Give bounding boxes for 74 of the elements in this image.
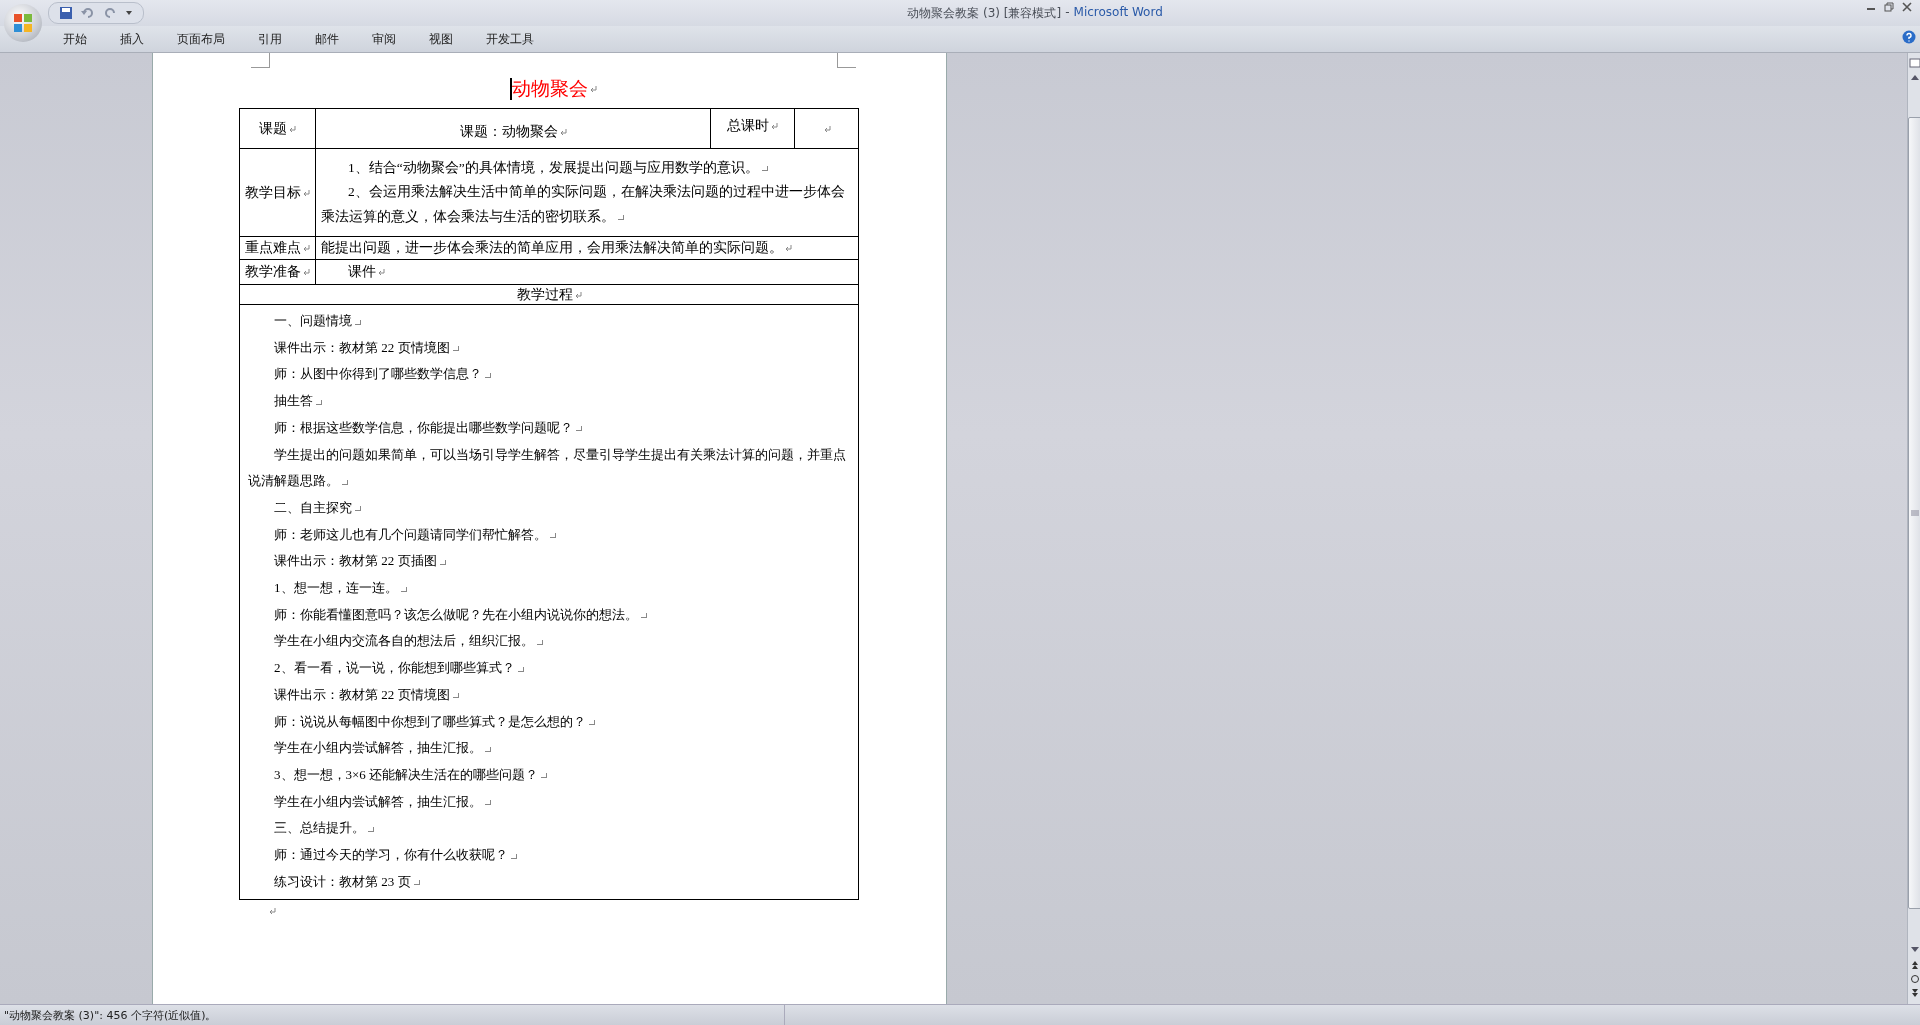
scroll-down-icon[interactable]: [1910, 946, 1920, 954]
lesson-paragraph: 三、总结提升。: [248, 815, 851, 843]
dropdown-icon[interactable]: [125, 9, 133, 17]
paragraph-mark-icon: [785, 245, 792, 253]
ribbon-tab[interactable]: 插入: [105, 28, 159, 50]
lesson-paragraph: 练习设计：教材第 23 页: [248, 868, 851, 896]
table-cell: 能提出问题，进一步体会乘法的简单应用，会用乘法解决简单的实际问题。: [321, 240, 783, 255]
crop-mark: [837, 53, 856, 68]
grip-icon: [1911, 510, 1919, 516]
lesson-paragraph: 课件出示：教材第 22 页情境图: [248, 681, 851, 709]
paragraph-mark-icon: [303, 269, 310, 277]
lesson-paragraph: 学生在小组内尝试解答，抽生汇报。: [248, 735, 851, 762]
lesson-paragraph: 师：根据这些数学信息，你能提出哪些数学问题呢？: [248, 414, 851, 442]
paragraph-mark-icon: [824, 125, 831, 133]
ribbon-tab[interactable]: 视图: [414, 28, 468, 50]
lesson-paragraph: 师：通过今天的学习，你有什么收获呢？: [248, 842, 851, 869]
lesson-paragraph: 1、想一想，连一连。: [248, 575, 851, 602]
lesson-paragraph: 课件出示：教材第 22 页插图: [248, 548, 851, 576]
ribbon-tab[interactable]: 开发工具: [471, 28, 549, 50]
table-cell: 课件: [348, 264, 376, 279]
text-cursor: [510, 78, 512, 100]
restore-icon[interactable]: [1884, 2, 1894, 12]
goal-text: 2、会运用乘法解决生活中简单的实际问题，在解决乘法问题的过程中进一步体会乘法运算的意义，体会乘法与生活的密切联系。: [321, 180, 853, 230]
paragraph-mark-icon: [378, 269, 385, 277]
lesson-paragraph: 师：从图中你得到了哪些数学信息？: [248, 361, 851, 389]
paragraph-mark-icon: [303, 189, 310, 197]
table-cell: 教学过程: [516, 286, 573, 302]
table-cell: 总课时: [727, 117, 769, 133]
scroll-up-icon[interactable]: [1910, 73, 1920, 81]
ribbon-tab[interactable]: 开始: [48, 28, 102, 50]
lesson-paragraph: 抽生答: [248, 388, 851, 415]
ruler-toggle-icon[interactable]: [1909, 57, 1920, 69]
previous-page-icon[interactable]: [1910, 960, 1920, 970]
browse-object-icon[interactable]: [1910, 974, 1920, 984]
document-title: 动物聚会: [512, 77, 588, 101]
paragraph-mark-icon: [559, 128, 567, 136]
close-icon[interactable]: [1902, 2, 1912, 12]
office-button[interactable]: [4, 4, 42, 42]
lesson-paragraph: 学生提出的问题如果简单，可以当场引导学生解答，尽量引导学生提出有关乘法计算的问题，并重点说清解题思路。: [248, 441, 851, 495]
paragraph-mark-icon: [289, 125, 296, 133]
window-title: 动物聚会教案 (3) [兼容模式]: [907, 4, 1062, 22]
table-cell: 教学准备: [245, 264, 301, 279]
paragraph-mark-icon: [771, 122, 778, 130]
table-cell: 教学目标: [245, 184, 301, 200]
ribbon-tab[interactable]: 邮件: [300, 28, 354, 50]
title-separator: -: [1065, 4, 1070, 21]
paragraph-mark-icon: [574, 291, 582, 299]
lesson-paragraph: 3、想一想，3×6 还能解决生活在的哪些问题？: [248, 761, 851, 789]
lesson-paragraph: 2、看一看，说一说，你能想到哪些算式？: [248, 655, 851, 682]
lesson-paragraph: 学生在小组内尝试解答，抽生汇报。: [248, 788, 851, 816]
ribbon-tab[interactable]: 审阅: [357, 28, 411, 50]
paragraph-mark-icon: [303, 245, 310, 253]
paragraph-mark-icon: [269, 907, 276, 915]
lesson-paragraph: 师：说说从每幅图中你想到了哪些算式？是怎么想的？: [248, 708, 851, 736]
office-logo-icon: [13, 13, 33, 33]
lesson-paragraph: 师：老师这儿也有几个问题请同学们帮忙解答。: [248, 521, 851, 549]
crop-mark: [251, 53, 270, 68]
lesson-paragraph: 课件出示：教材第 22 页情境图: [248, 334, 851, 362]
lesson-paragraph: 学生在小组内交流各自的想法后，组织汇报。: [248, 628, 851, 656]
save-icon[interactable]: [59, 6, 73, 20]
paragraph-mark-icon: [590, 85, 597, 93]
lesson-paragraph: 二、自主探究: [248, 494, 851, 522]
table-cell: 重点难点: [245, 240, 301, 255]
app-name: Microsoft Word: [1073, 4, 1163, 21]
ribbon-tab[interactable]: 页面布局: [162, 28, 240, 50]
table-cell: 课题: [259, 120, 287, 136]
status-text: "动物聚会教案 (3)": 456 个字符(近似值)。: [4, 1007, 217, 1023]
table-cell: 课题：动物聚会: [459, 123, 558, 139]
ribbon-tab[interactable]: 引用: [243, 28, 297, 50]
lesson-paragraph: 一、问题情境: [248, 308, 851, 335]
help-icon[interactable]: [1902, 30, 1916, 44]
next-page-icon[interactable]: [1910, 988, 1920, 998]
lesson-paragraph: 师：你能看懂图意吗？该怎么做呢？先在小组内说说你的想法。: [248, 601, 851, 629]
goal-text: 1、结合“动物聚会”的具体情境，发展提出问题与应用数学的意识。: [321, 155, 853, 181]
